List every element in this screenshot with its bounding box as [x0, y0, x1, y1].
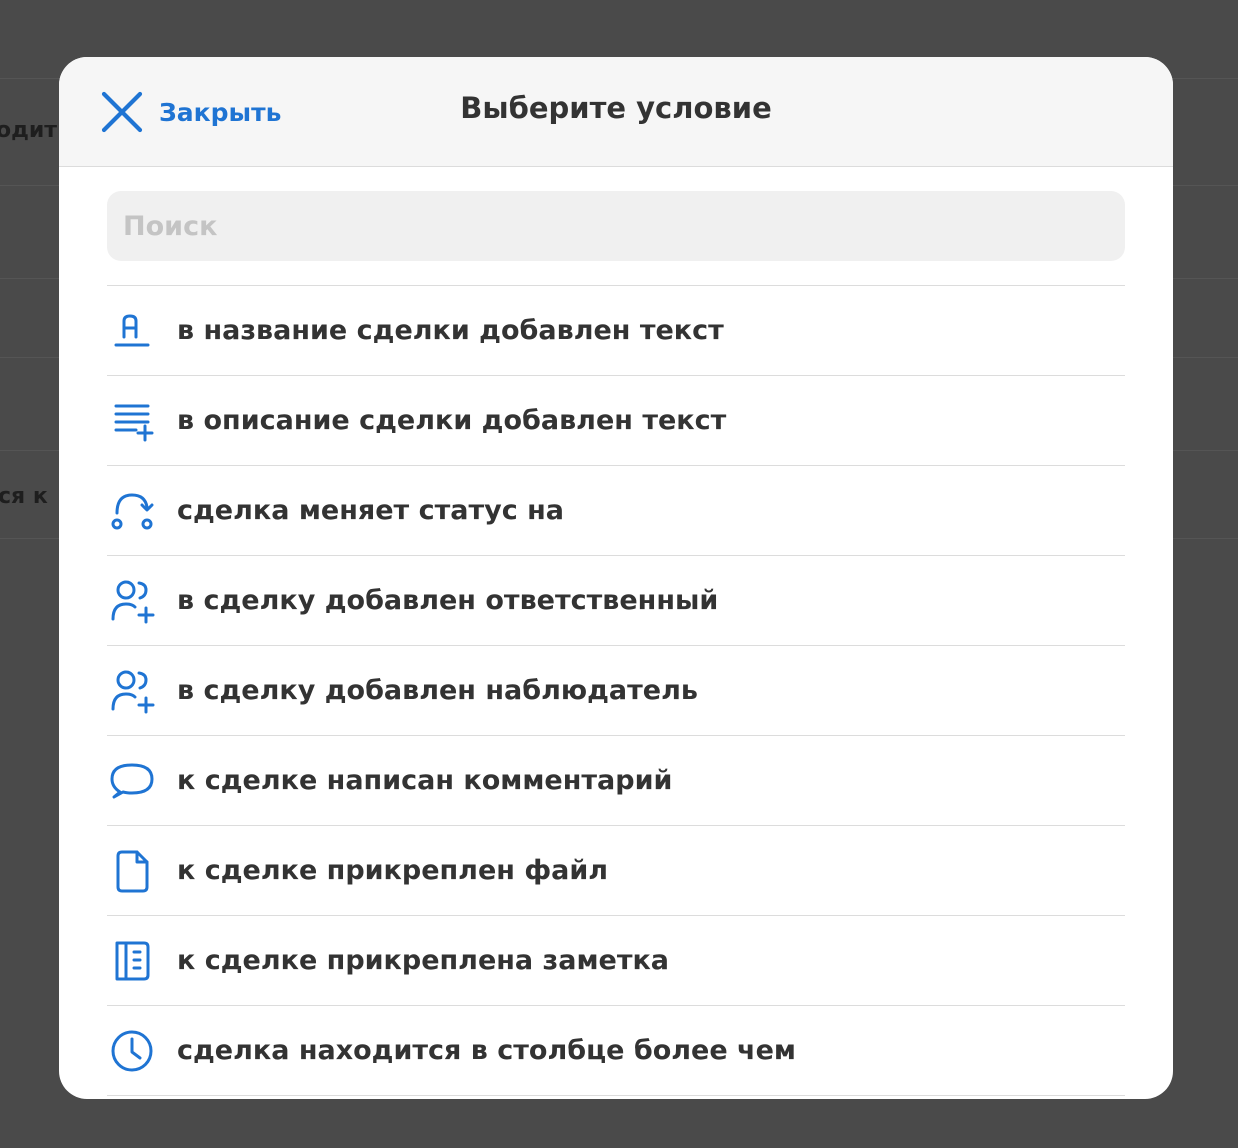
condition-label: сделка находится в столбце более чем: [177, 1035, 796, 1066]
condition-item-column-time[interactable]: сделка находится в столбце более чем: [107, 1005, 1125, 1095]
condition-item-file[interactable]: к сделке прикреплен файл: [107, 825, 1125, 915]
condition-label: сделка меняет статус на: [177, 495, 564, 526]
condition-label: в описание сделки добавлен текст: [177, 405, 727, 436]
background-text-fragment: ся к: [0, 484, 48, 509]
modal-title: Выберите условие: [59, 91, 1173, 125]
condition-item-status-change[interactable]: сделка меняет статус на: [107, 465, 1125, 555]
condition-picker-modal: Закрыть Выберите условие в название сдел…: [59, 57, 1173, 1099]
condition-item-watcher[interactable]: в сделку добавлен наблюдатель: [107, 645, 1125, 735]
background-text-fragment: одит: [0, 118, 58, 143]
text-add-icon: [114, 404, 154, 441]
condition-item-title-text[interactable]: в название сделки добавлен текст: [107, 285, 1125, 375]
note-icon: [115, 941, 150, 980]
modal-title-text: Выберите условие: [460, 91, 772, 125]
comment-icon: [110, 763, 154, 798]
modal-header: Закрыть Выберите условие: [59, 57, 1173, 167]
condition-item-partial: [107, 1095, 1125, 1099]
condition-list: в название сделки добавлен текст в описа…: [107, 285, 1125, 1099]
file-icon: [116, 850, 149, 892]
status-change-icon: [111, 493, 154, 529]
condition-label: к сделке прикреплен файл: [177, 855, 609, 886]
add-users-icon: [111, 580, 155, 623]
condition-label: в название сделки добавлен текст: [177, 315, 724, 346]
condition-item-description-text[interactable]: в описание сделки добавлен текст: [107, 375, 1125, 465]
condition-item-comment[interactable]: к сделке написан комментарий: [107, 735, 1125, 825]
search-input[interactable]: [107, 191, 1125, 261]
condition-label: в сделку добавлен наблюдатель: [177, 675, 698, 706]
clock-icon: [111, 1030, 153, 1071]
condition-label: в сделку добавлен ответственный: [177, 585, 719, 616]
add-users-icon: [111, 670, 155, 713]
condition-label: к сделке написан комментарий: [177, 765, 673, 796]
condition-item-assignee[interactable]: в сделку добавлен ответственный: [107, 555, 1125, 645]
condition-item-note[interactable]: к сделке прикреплена заметка: [107, 915, 1125, 1005]
condition-label: к сделке прикреплена заметка: [177, 945, 670, 976]
text-title-icon: [114, 314, 150, 346]
